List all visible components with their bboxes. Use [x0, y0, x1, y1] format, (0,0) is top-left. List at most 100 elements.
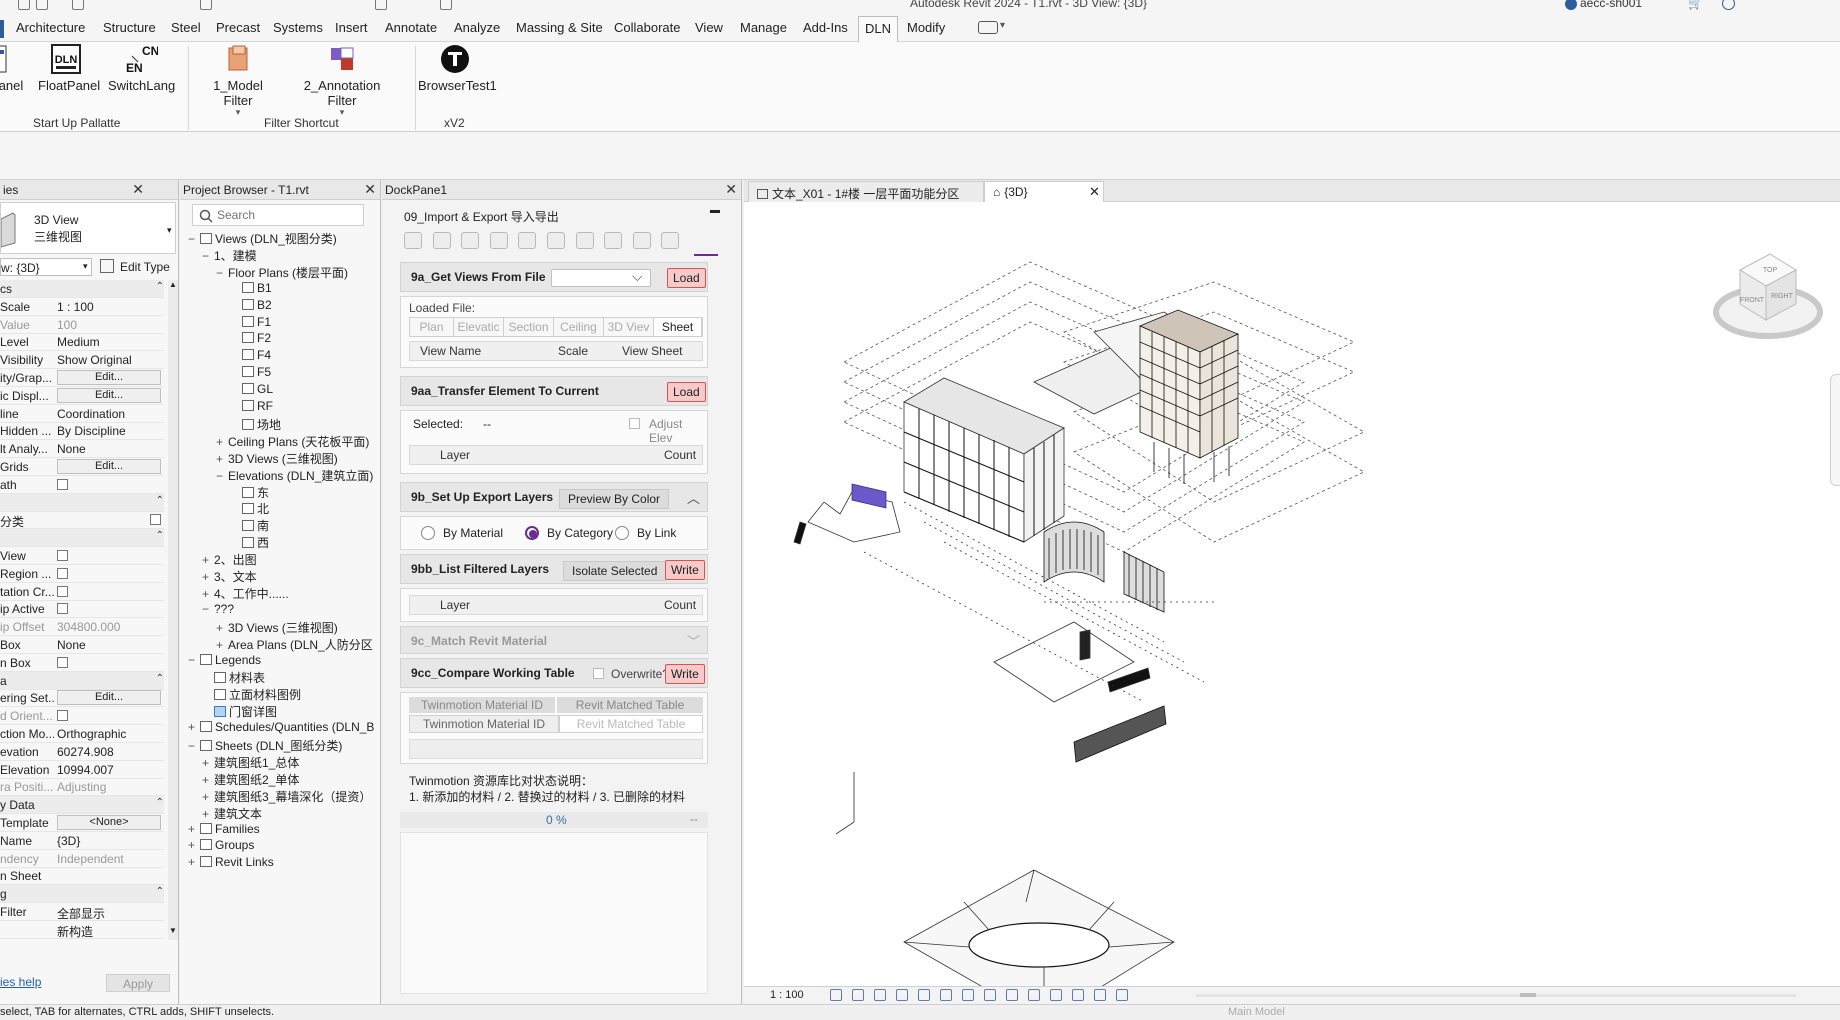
- tab-view[interactable]: View: [693, 20, 725, 35]
- import-icon[interactable]: [404, 232, 422, 249]
- view-instance-selector[interactable]: w: {3D} ▾: [0, 258, 92, 276]
- search-input[interactable]: [217, 207, 357, 223]
- annotation-filter-button[interactable]: 2_Annotation Filter ▾: [290, 44, 394, 117]
- browser-tree-node[interactable]: − Floor Plans (楼层平面): [214, 264, 348, 282]
- property-group[interactable]: a ⌃: [0, 671, 164, 690]
- browser-view-item[interactable]: 门窗详图: [200, 703, 277, 721]
- browser-tree-node[interactable]: + 建筑文本: [200, 805, 262, 823]
- browser-tree-node[interactable]: +3D Views (三维视图): [214, 450, 338, 468]
- collapse-icon[interactable]: −: [214, 469, 225, 483]
- minimize-icon[interactable]: [710, 210, 720, 213]
- property-checkbox[interactable]: [57, 710, 68, 722]
- edit-type-button[interactable]: Edit Type: [100, 258, 176, 276]
- tab-plan[interactable]: Plan: [410, 318, 454, 336]
- tree-icon[interactable]: [461, 232, 480, 249]
- expand-icon[interactable]: +: [200, 587, 211, 601]
- close-icon[interactable]: ✕: [364, 181, 376, 198]
- 3d-view-icon[interactable]: [440, 0, 452, 10]
- property-group[interactable]: y Data ⌃: [0, 796, 164, 815]
- detail-level-icon[interactable]: [830, 989, 842, 1001]
- load-transfer-button[interactable]: Load: [667, 382, 706, 402]
- browser-tree-node[interactable]: − Legends: [186, 653, 261, 671]
- tm-subtab-material-id[interactable]: Twinmotion Material ID: [409, 715, 559, 733]
- property-row[interactable]: Template <None>: [0, 814, 164, 832]
- property-group[interactable]: ⌃: [0, 493, 164, 512]
- settings-icon[interactable]: [661, 232, 680, 249]
- browser-view-item[interactable]: 东: [228, 484, 269, 502]
- browser-test-button[interactable]: BrowserTest1: [418, 44, 497, 93]
- expand-icon[interactable]: +: [200, 807, 211, 821]
- switch-lang-button[interactable]: CN EN SwitchLang: [108, 44, 175, 93]
- property-edit-button[interactable]: <None>: [57, 815, 161, 830]
- view-scale[interactable]: 1 : 100: [770, 989, 804, 1001]
- property-checkbox[interactable]: [57, 603, 68, 615]
- model-drawing[interactable]: [744, 202, 1840, 1020]
- collapse-icon[interactable]: ⌃: [156, 495, 164, 506]
- browser-tree-node[interactable]: +2、出图: [200, 551, 257, 569]
- horizontal-scrollbar[interactable]: [1196, 994, 1796, 997]
- browser-view-item[interactable]: 场地: [228, 416, 281, 434]
- navigation-bar[interactable]: [1830, 374, 1840, 486]
- save-icon[interactable]: [36, 0, 48, 10]
- tm-subtab-matched-table[interactable]: Revit Matched Table: [559, 715, 703, 733]
- property-row[interactable]: ction Mo... Orthographic: [0, 725, 164, 743]
- property-edit-button[interactable]: Edit...: [57, 370, 161, 385]
- properties-scrollbar[interactable]: ▲ ▼: [168, 280, 178, 940]
- property-group[interactable]: g ⌃: [0, 885, 164, 904]
- property-row[interactable]: Box None: [0, 636, 164, 654]
- constraints-icon[interactable]: [1116, 989, 1128, 1001]
- 3d-view-canvas[interactable]: TOP FRONT RIGHT: [744, 202, 1840, 1020]
- user-icon[interactable]: [1565, 0, 1577, 10]
- tab-precast[interactable]: Precast: [214, 20, 262, 35]
- property-row[interactable]: ip Active: [0, 600, 164, 619]
- expand-icon[interactable]: +: [214, 435, 225, 449]
- by-material-radio[interactable]: [421, 526, 435, 540]
- property-edit-button[interactable]: Edit...: [57, 690, 161, 706]
- tab-sheet[interactable]: Sheet: [654, 318, 702, 336]
- write-layers-button[interactable]: Write: [665, 560, 705, 580]
- browser-view-item[interactable]: B2: [228, 298, 272, 316]
- close-icon[interactable]: ✕: [1089, 184, 1100, 200]
- layers-icon[interactable]: [547, 232, 565, 249]
- browser-view-item[interactable]: 北: [228, 500, 269, 518]
- browser-view-item[interactable]: F5: [228, 365, 271, 383]
- expand-icon[interactable]: +: [186, 720, 197, 734]
- float-panel-button[interactable]: DLN FloatPanel: [38, 44, 100, 93]
- sync-icon[interactable]: [72, 0, 84, 10]
- browser-view-item[interactable]: GL: [228, 382, 273, 400]
- browser-tree-node[interactable]: +3、文本: [200, 568, 257, 586]
- file-dropdown[interactable]: ⌵: [551, 268, 651, 287]
- tm-tab-matched-table[interactable]: Revit Matched Table: [557, 697, 703, 713]
- expand-icon[interactable]: +: [186, 838, 197, 852]
- tab-modify[interactable]: Modify: [905, 20, 947, 35]
- property-row[interactable]: Value 100: [0, 316, 164, 334]
- view-cube[interactable]: TOP FRONT RIGHT: [1710, 240, 1826, 356]
- write-compare-button[interactable]: Write: [665, 664, 705, 684]
- load-views-button[interactable]: Load: [667, 268, 706, 288]
- property-checkbox[interactable]: [57, 656, 68, 668]
- unlock-view-icon[interactable]: [984, 989, 996, 1001]
- property-checkbox[interactable]: [57, 550, 68, 561]
- expand-icon[interactable]: +: [200, 773, 211, 787]
- property-row[interactable]: n Box: [0, 654, 164, 672]
- tab-annotate[interactable]: Annotate: [383, 20, 439, 35]
- visual-style-icon[interactable]: [852, 989, 864, 1001]
- tm-tab-material-id[interactable]: Twinmotion Material ID: [409, 697, 555, 713]
- browser-view-item[interactable]: RF: [228, 399, 273, 417]
- sun-path-icon[interactable]: [874, 989, 886, 1001]
- chevron-down-icon[interactable]: ▾: [1000, 20, 1005, 31]
- property-row[interactable]: Filter 全部显示: [0, 903, 164, 921]
- tab-steel[interactable]: Steel: [169, 20, 203, 35]
- table-icon[interactable]: [518, 232, 537, 249]
- cart-icon[interactable]: 🛒: [1688, 0, 1703, 10]
- crop-icon[interactable]: [940, 989, 952, 1001]
- apply-button[interactable]: Apply: [106, 974, 170, 992]
- tab-elevation[interactable]: Elevatic: [454, 318, 504, 336]
- property-row[interactable]: ip Offset 304800.000: [0, 618, 164, 637]
- expand-icon[interactable]: +: [214, 621, 225, 635]
- property-group[interactable]: cs ⌃: [0, 280, 164, 298]
- expand-icon[interactable]: +: [200, 756, 211, 770]
- active-model[interactable]: Main Model: [1228, 1006, 1285, 1018]
- filter-icon[interactable]: [575, 232, 594, 249]
- collapse-icon[interactable]: ⌃: [156, 886, 164, 897]
